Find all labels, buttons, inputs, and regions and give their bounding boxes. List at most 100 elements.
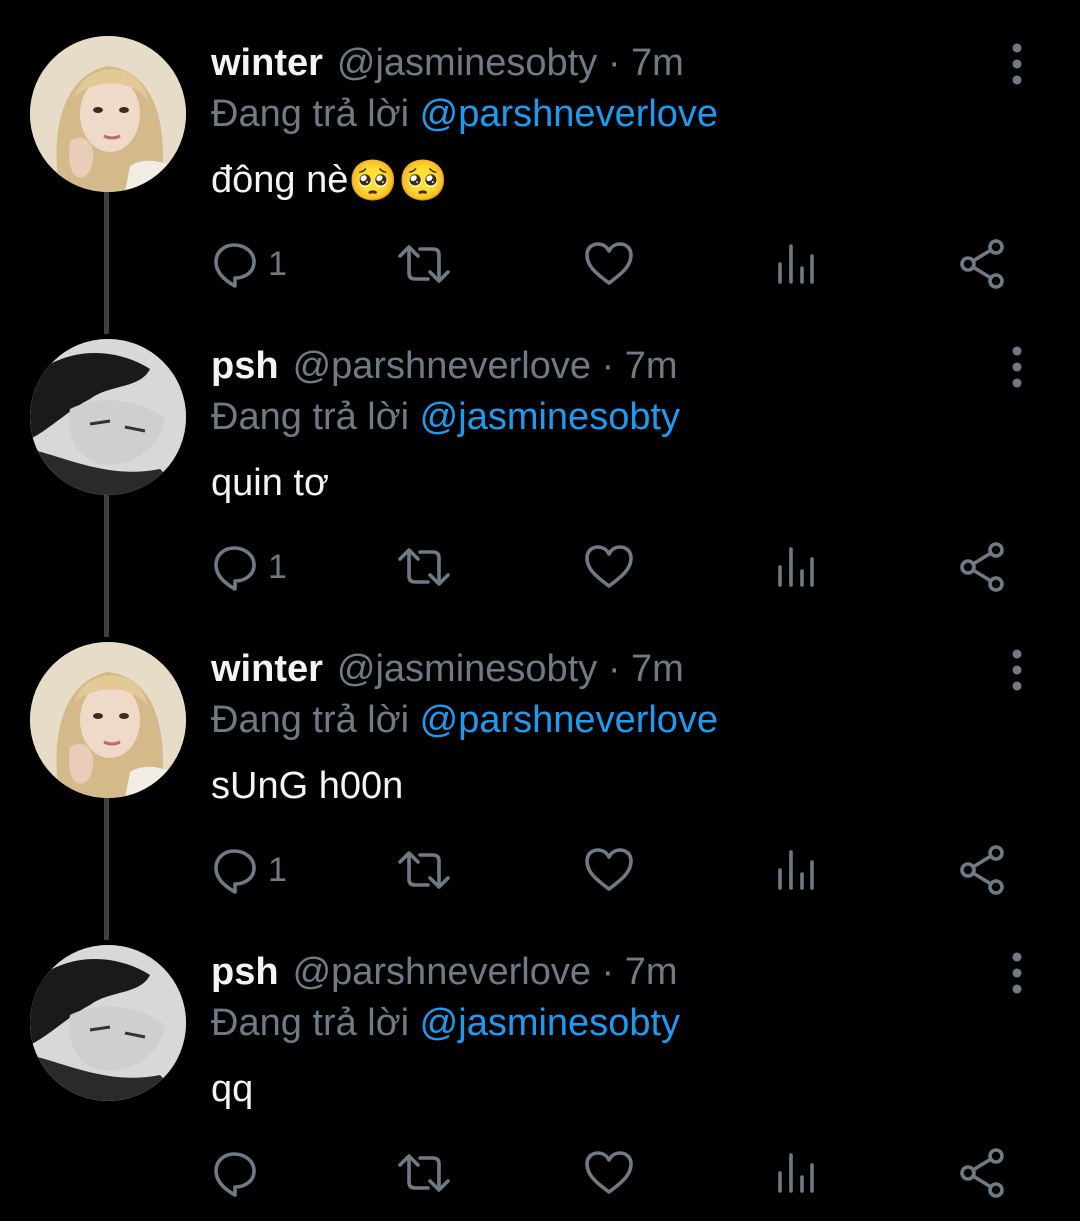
mention-link[interactable]: @jasminesobty [420, 1002, 680, 1044]
reply-button[interactable]: 1 [213, 236, 303, 292]
like-button[interactable] [584, 539, 634, 595]
tweet[interactable]: psh @parshneverlove · 7m Đang trả lời @ja… [0, 303, 1080, 606]
more-options-icon[interactable] [1000, 648, 1034, 692]
psh-avatar[interactable] [30, 945, 186, 1101]
retweet-icon [396, 236, 452, 292]
mention-link[interactable]: @jasminesobty [420, 396, 680, 438]
tweet-text-content: sUnG h00n [211, 765, 404, 807]
tweet-actions [0, 1145, 1080, 1201]
retweet-button[interactable] [396, 539, 452, 595]
reply-prefix: Đang trả lời [211, 699, 410, 741]
share-icon [958, 1145, 1008, 1201]
separator: · [601, 951, 615, 993]
retweet-icon [396, 842, 452, 898]
separator: · [607, 42, 621, 84]
reply-icon [213, 1145, 303, 1201]
tweet-text-content: quin tơ [211, 462, 329, 504]
separator: · [607, 648, 621, 690]
tweet-header: winter @jasminesobty · 7m [211, 644, 684, 694]
like-icon [584, 842, 634, 898]
reply-icon [213, 236, 303, 292]
tweet-header: psh @parshneverlove · 7m [211, 947, 678, 997]
tweet-header: winter @jasminesobty · 7m [211, 38, 684, 88]
like-icon [584, 539, 634, 595]
share-icon [958, 842, 1008, 898]
display-name[interactable]: psh [211, 345, 279, 387]
retweet-button[interactable] [396, 236, 452, 292]
display-name[interactable]: psh [211, 951, 279, 993]
analytics-icon [776, 1145, 816, 1201]
timestamp[interactable]: 7m [631, 42, 684, 84]
tweet[interactable]: winter @jasminesobty · 7m Đang trả lời @p… [0, 606, 1080, 909]
tweet-actions: 1 [0, 539, 1080, 595]
more-options-icon[interactable] [1000, 42, 1034, 86]
user-handle[interactable]: @jasminesobty [337, 42, 597, 84]
reply-icon [213, 842, 303, 898]
display-name[interactable]: winter [211, 648, 323, 690]
winter-avatar[interactable] [30, 36, 186, 192]
analytics-button[interactable] [776, 1145, 816, 1201]
like-button[interactable] [584, 236, 634, 292]
winter-avatar[interactable] [30, 642, 186, 798]
analytics-icon [776, 236, 816, 292]
reply-icon [213, 539, 303, 595]
share-button[interactable] [958, 539, 1008, 595]
user-handle[interactable]: @parshneverlove [293, 345, 591, 387]
tweet-header: psh @parshneverlove · 7m [211, 341, 678, 391]
tweet-text: qq [211, 1063, 253, 1115]
tweet-text-content: đông nè [211, 159, 349, 201]
share-icon [958, 539, 1008, 595]
user-handle[interactable]: @parshneverlove [293, 951, 591, 993]
like-icon [584, 1145, 634, 1201]
tweet-text-content: qq [211, 1068, 254, 1110]
mention-link[interactable]: @parshneverlove [420, 93, 718, 135]
timestamp[interactable]: 7m [625, 951, 678, 993]
psh-avatar[interactable] [30, 339, 186, 495]
replying-to: Đang trả lời @parshneverlove [211, 89, 718, 139]
replying-to: Đang trả lời @jasminesobty [211, 998, 680, 1048]
share-button[interactable] [958, 1145, 1008, 1201]
tweet[interactable]: winter @jasminesobty · 7m Đang trả lời @p… [0, 0, 1080, 303]
reply-count: 1 [268, 548, 287, 586]
like-button[interactable] [584, 1145, 634, 1201]
reply-button[interactable]: 1 [213, 842, 303, 898]
like-icon [584, 236, 634, 292]
share-button[interactable] [958, 842, 1008, 898]
reply-prefix: Đang trả lời [211, 396, 410, 438]
reply-count: 1 [268, 851, 287, 889]
user-handle[interactable]: @jasminesobty [337, 648, 597, 690]
tweet-text: đông nè🥺🥺 [211, 154, 448, 206]
replying-to: Đang trả lời @parshneverlove [211, 695, 718, 745]
display-name[interactable]: winter [211, 42, 323, 84]
tweet-actions: 1 [0, 236, 1080, 292]
reply-prefix: Đang trả lời [211, 1002, 410, 1044]
analytics-button[interactable] [776, 236, 816, 292]
analytics-icon [776, 842, 816, 898]
pleading-face-emoji: 🥺🥺 [348, 159, 448, 203]
separator: · [601, 345, 615, 387]
reply-prefix: Đang trả lời [211, 93, 410, 135]
timestamp[interactable]: 7m [625, 345, 678, 387]
share-button[interactable] [958, 236, 1008, 292]
retweet-button[interactable] [396, 1145, 452, 1201]
like-button[interactable] [584, 842, 634, 898]
timestamp[interactable]: 7m [631, 648, 684, 690]
more-options-icon[interactable] [1000, 345, 1034, 389]
tweet-text: sUnG h00n [211, 760, 403, 812]
retweet-icon [396, 1145, 452, 1201]
reply-button[interactable] [213, 1145, 303, 1201]
retweet-button[interactable] [396, 842, 452, 898]
analytics-button[interactable] [776, 539, 816, 595]
replying-to: Đang trả lời @jasminesobty [211, 392, 680, 442]
tweet-actions: 1 [0, 842, 1080, 898]
share-icon [958, 236, 1008, 292]
tweet-text: quin tơ [211, 457, 329, 509]
analytics-button[interactable] [776, 842, 816, 898]
analytics-icon [776, 539, 816, 595]
tweet[interactable]: psh @parshneverlove · 7m Đang trả lời @ja… [0, 909, 1080, 1212]
reply-button[interactable]: 1 [213, 539, 303, 595]
more-options-icon[interactable] [1000, 951, 1034, 995]
mention-link[interactable]: @parshneverlove [420, 699, 718, 741]
retweet-icon [396, 539, 452, 595]
reply-count: 1 [268, 245, 287, 283]
